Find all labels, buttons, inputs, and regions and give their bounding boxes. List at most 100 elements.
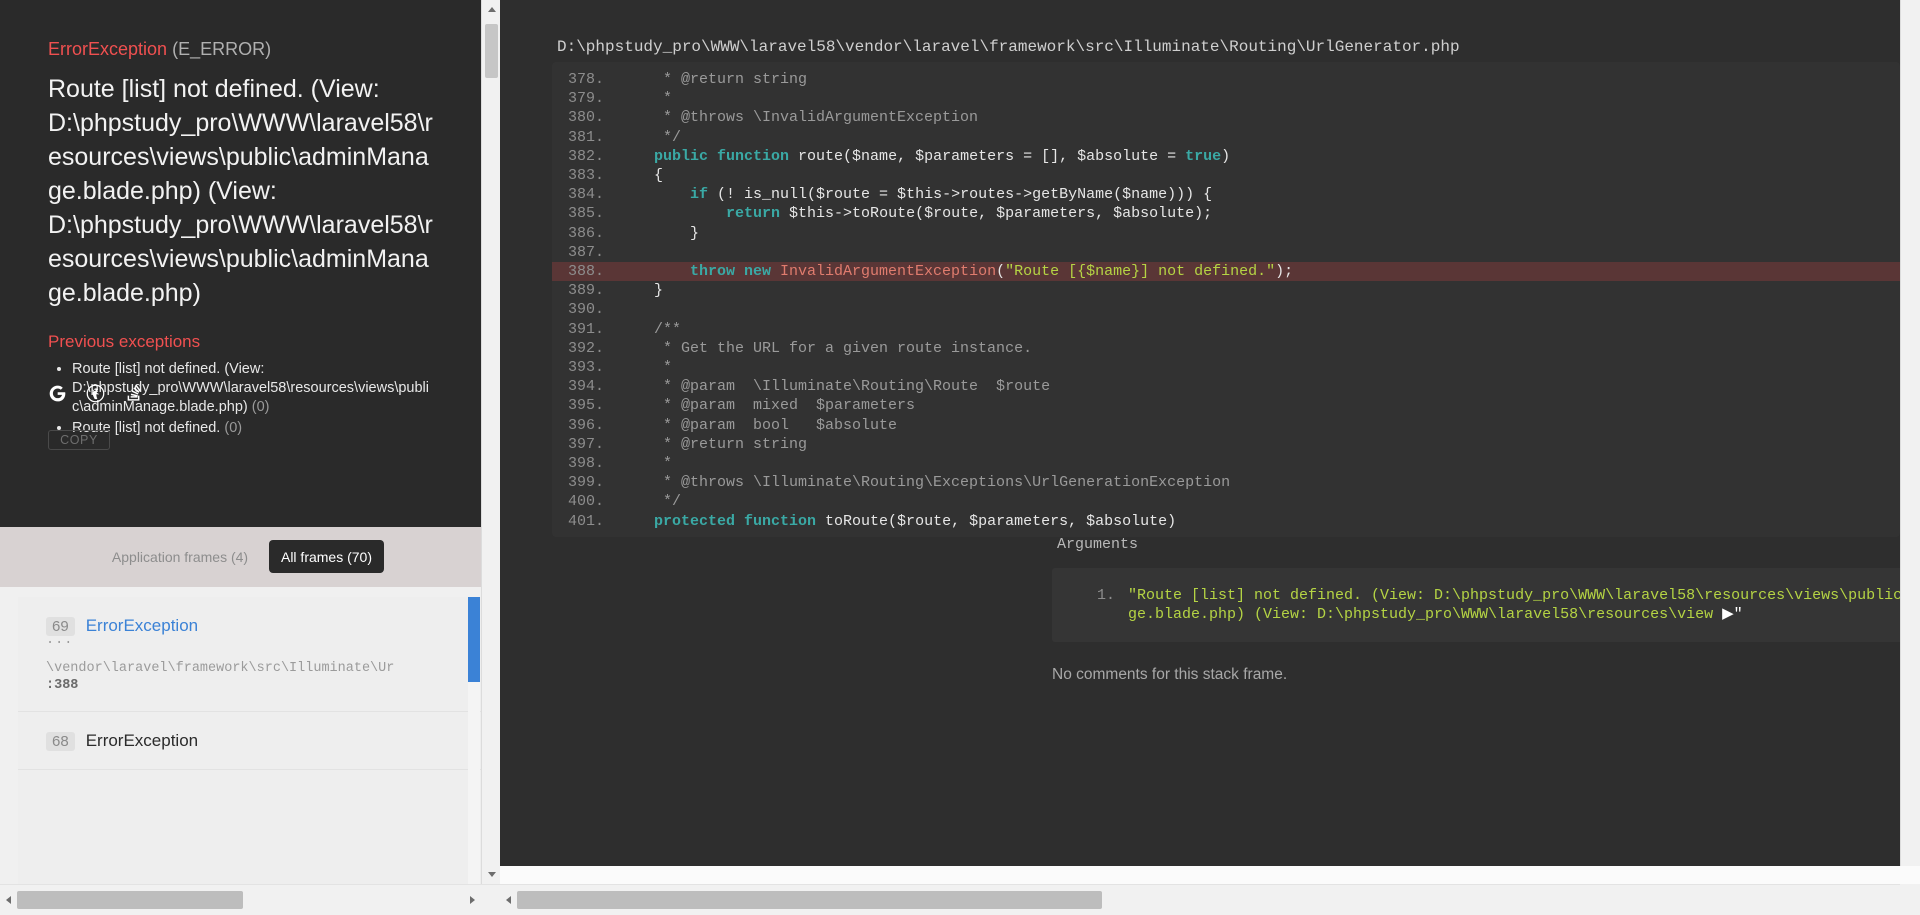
code-token: * bbox=[618, 455, 673, 473]
scroll-down-button[interactable] bbox=[482, 865, 501, 884]
code-line-content: } bbox=[618, 224, 699, 243]
code-token: throw new bbox=[690, 263, 772, 281]
code-token: true bbox=[1185, 147, 1222, 165]
code-line-content: */ bbox=[618, 492, 681, 511]
scroll-left-button[interactable] bbox=[0, 887, 17, 913]
code-line: 391. /** bbox=[552, 320, 1900, 339]
code-token: { bbox=[618, 167, 664, 185]
code-line-number: 391. bbox=[567, 320, 604, 338]
code-token: public function bbox=[654, 147, 790, 165]
code-line: 393. * bbox=[552, 358, 1900, 377]
google-icon[interactable] bbox=[48, 384, 67, 403]
code-line: 396. * @param bool $absolute bbox=[552, 416, 1900, 435]
code-line-content: * @param mixed $parameters bbox=[618, 396, 915, 415]
code-line: 386. } bbox=[552, 224, 1900, 243]
code-line: 390. bbox=[552, 300, 1900, 319]
sidebar-vertical-scrollbar[interactable] bbox=[481, 0, 501, 884]
table-row[interactable]: 69 ErrorException ... \vendor\laravel\fr… bbox=[18, 597, 481, 712]
code-line-number: 393. bbox=[567, 359, 604, 377]
code-token: * @param mixed $parameters bbox=[618, 397, 916, 415]
code-line: 381. */ bbox=[552, 128, 1900, 147]
code-token: ); bbox=[1275, 263, 1294, 281]
code-token: * @throws \InvalidArgumentException bbox=[618, 109, 979, 127]
frame-detail-panel: D:\phpstudy_pro\WWW\laravel58\vendor\lar… bbox=[500, 0, 1920, 884]
code-line: 383. { bbox=[552, 166, 1900, 185]
sidebar-hscroll-track[interactable] bbox=[17, 887, 464, 913]
source-code-viewer[interactable]: 378. * @return string 379. * 380. * @throw… bbox=[552, 62, 1900, 537]
sidebar-hscroll-thumb[interactable] bbox=[17, 891, 243, 909]
exception-sidebar: ErrorException (E_ERROR) Route [list] no… bbox=[0, 0, 481, 884]
code-line-content: protected function toRoute($route, $para… bbox=[618, 512, 1176, 531]
stack-frames-list[interactable]: 69 ErrorException ... \vendor\laravel\fr… bbox=[18, 597, 481, 884]
bottom-scrollbar-bar bbox=[0, 884, 1920, 915]
code-line-number: 388. bbox=[567, 263, 604, 281]
code-token: * bbox=[618, 359, 673, 377]
scroll-up-button[interactable] bbox=[482, 0, 501, 19]
code-line-number: 380. bbox=[567, 109, 604, 127]
laravel-ignition-error-page: ErrorException (E_ERROR) Route [list] no… bbox=[0, 0, 1920, 915]
code-token: (! is_null($route = $this->routes->getBy… bbox=[708, 186, 1213, 204]
frame-header: 69 ErrorException bbox=[46, 616, 481, 636]
code-token: * @param bool $absolute bbox=[618, 416, 898, 434]
argument-expand-toggle[interactable]: ▶" bbox=[1722, 606, 1743, 623]
code-token: } bbox=[618, 224, 700, 242]
code-line-content: * @return string bbox=[618, 70, 807, 89]
arguments-label: Arguments bbox=[1057, 536, 1139, 553]
exception-code: (E_ERROR) bbox=[172, 39, 272, 59]
code-line: 394. * @param \Illuminate\Routing\Route … bbox=[552, 377, 1900, 396]
table-row[interactable]: 68 ErrorException bbox=[18, 712, 481, 770]
code-line-number: 392. bbox=[567, 339, 604, 357]
code-line: 395. * @param mixed $parameters bbox=[552, 396, 1900, 415]
duckduckgo-icon[interactable] bbox=[86, 384, 105, 403]
frames-list-scrollbar-thumb[interactable] bbox=[468, 597, 480, 682]
code-token: return bbox=[726, 205, 781, 223]
detail-vertical-scrollbar[interactable] bbox=[1900, 0, 1920, 866]
frames-list-scrollbar[interactable] bbox=[468, 597, 480, 884]
detail-hscroll-thumb[interactable] bbox=[517, 891, 1102, 909]
search-links bbox=[48, 384, 143, 403]
code-line-content: * bbox=[618, 89, 672, 108]
frame-number: 68 bbox=[46, 731, 75, 751]
code-line: 382. public function route($name, $param… bbox=[552, 147, 1900, 166]
scroll-right-button[interactable] bbox=[464, 887, 481, 913]
detail-hscroll-track[interactable] bbox=[517, 887, 1903, 913]
code-line-content: * @param bool $absolute bbox=[618, 416, 897, 435]
code-token: * @return string bbox=[618, 435, 808, 453]
code-line-content: * Get the URL for a given route instance… bbox=[618, 339, 1032, 358]
scroll-left-button[interactable] bbox=[500, 887, 517, 913]
code-token: ( bbox=[996, 263, 1006, 281]
sidebar-scrollbar-thumb[interactable] bbox=[485, 24, 498, 78]
copy-button[interactable]: COPY bbox=[48, 430, 110, 450]
code-line-content: throw new InvalidArgumentException("Rout… bbox=[618, 262, 1293, 281]
chevron-left-icon bbox=[6, 896, 11, 904]
tab-all-frames[interactable]: All frames (70) bbox=[269, 540, 384, 573]
code-line-number: 400. bbox=[567, 493, 604, 511]
code-line-content: * bbox=[618, 454, 672, 473]
chevron-down-icon bbox=[487, 872, 496, 877]
frame-line-number: :388 bbox=[46, 678, 79, 693]
exception-class: ErrorException bbox=[48, 39, 168, 59]
stackoverflow-icon[interactable] bbox=[124, 384, 143, 403]
exception-type-line: ErrorException (E_ERROR) bbox=[48, 38, 433, 60]
arguments-box: "Route [list] not defined. (View: D:\php… bbox=[1052, 568, 1900, 643]
detail-horizontal-scrollbar[interactable] bbox=[500, 887, 1920, 913]
tab-application-frames[interactable]: Application frames (4) bbox=[96, 540, 264, 573]
sidebar-horizontal-scrollbar[interactable] bbox=[0, 887, 481, 913]
code-line-content: * bbox=[618, 358, 672, 377]
code-line-number: 394. bbox=[567, 378, 604, 396]
code-line-number: 399. bbox=[567, 474, 604, 492]
code-line-number: 396. bbox=[567, 416, 604, 434]
no-comments-message: No comments for this stack frame. bbox=[1052, 666, 1288, 683]
code-line: 385. return $this->toRoute($route, $para… bbox=[552, 204, 1900, 223]
frame-class-name: ErrorException bbox=[85, 731, 199, 750]
code-line-number: 384. bbox=[567, 186, 604, 204]
code-line-content: * @throws \InvalidArgumentException bbox=[618, 108, 978, 127]
code-line-content: return $this->toRoute($route, $parameter… bbox=[618, 204, 1212, 223]
frame-path-ellipsis: ... bbox=[46, 633, 74, 648]
code-token: "Route [{$name}] not defined." bbox=[1005, 263, 1276, 281]
code-token: * @return string bbox=[618, 71, 808, 88]
